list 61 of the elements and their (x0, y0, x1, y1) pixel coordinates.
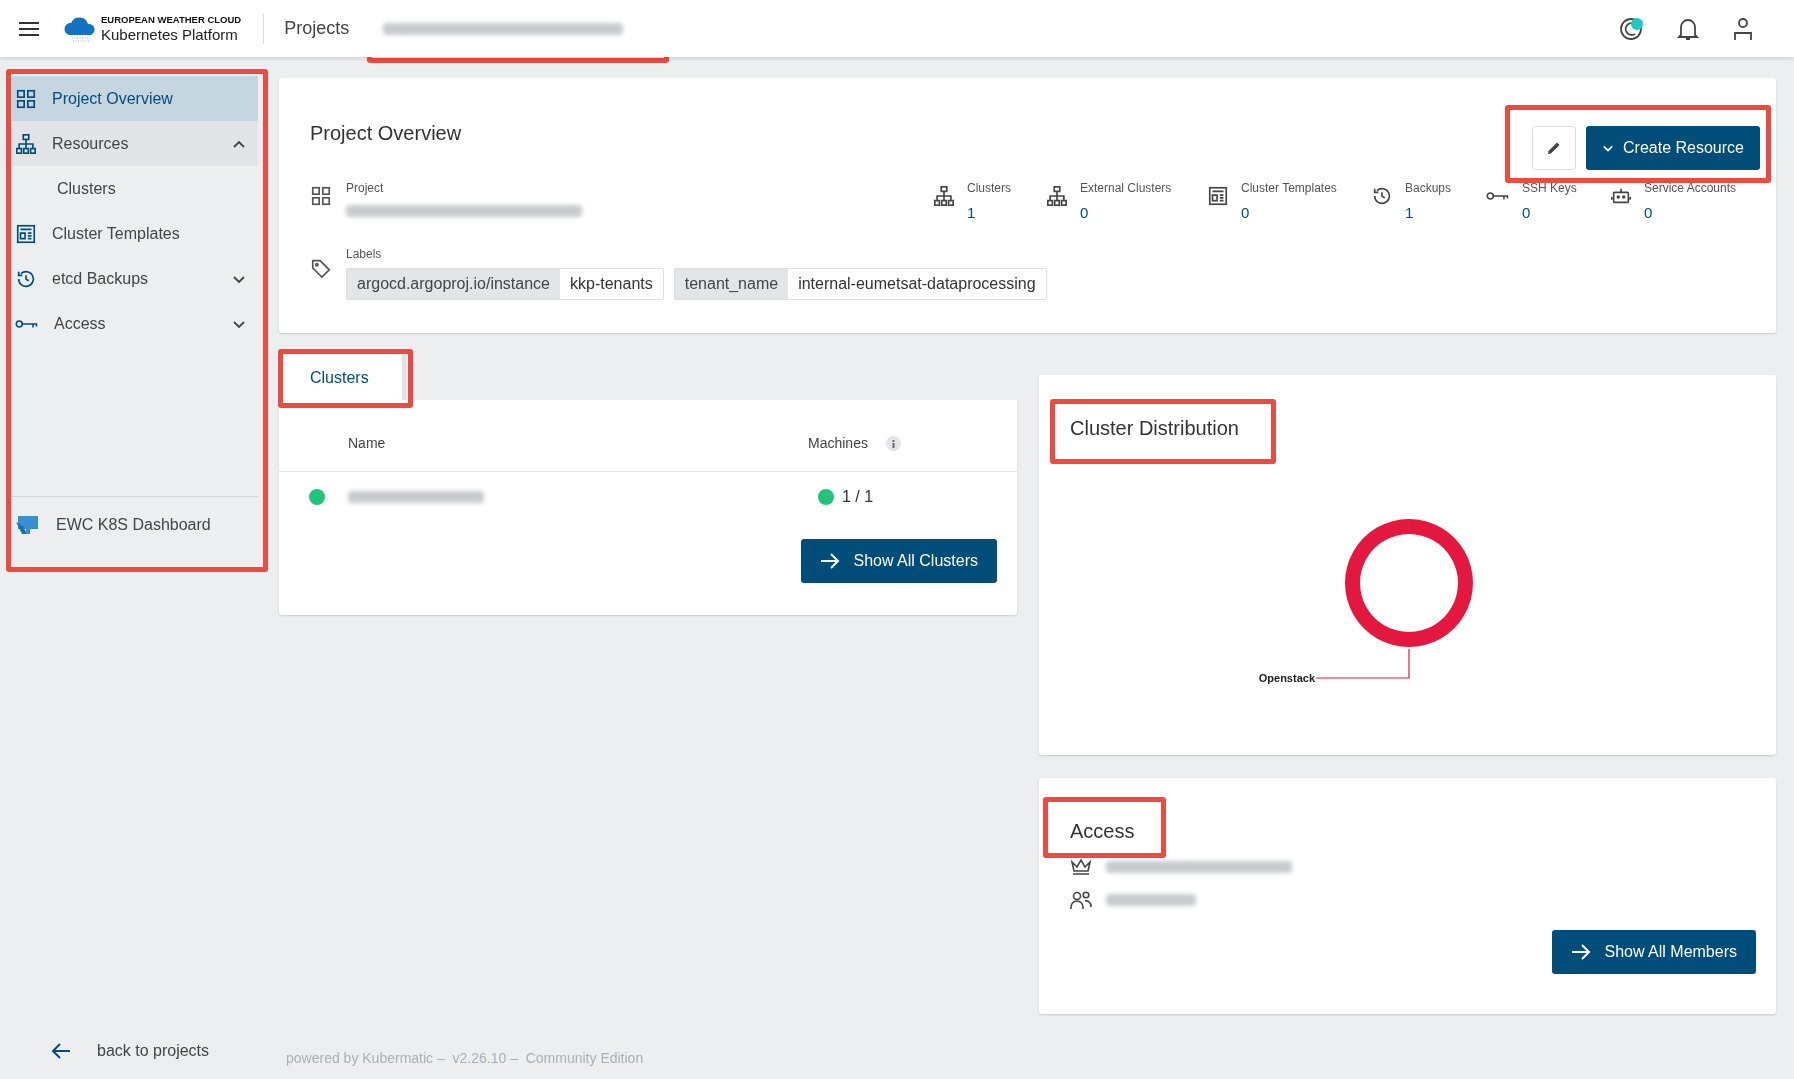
column-header: Machines (808, 434, 868, 453)
card-title: Project Overview (310, 121, 463, 145)
sidebar-item[interactable]: Cluster Templates (11, 211, 258, 256)
grid-icon (15, 87, 37, 110)
card-title: Access (1070, 821, 1136, 841)
stat-label: SSH Keys (1522, 180, 1577, 197)
hierarchy-icon (1046, 185, 1068, 207)
back-link[interactable]: back to projects (11, 1039, 258, 1063)
sidebar-item[interactable]: etcd Backups (11, 256, 258, 301)
brand-subtitle: Kubernetes Platform (101, 26, 239, 42)
stat-value: 0 (1522, 203, 1532, 223)
cloud-logo-icon (64, 14, 96, 43)
template-icon (15, 222, 37, 245)
brand-name: EUROPEAN WEATHER CLOUD (101, 15, 242, 25)
menu-icon[interactable] (18, 20, 40, 37)
sidebar-item[interactable]: Project Overview (11, 76, 258, 121)
label-key: tenant_name (674, 268, 789, 299)
hierarchy-icon (933, 185, 955, 207)
create-resource-button[interactable]: Create Resource (1586, 126, 1760, 170)
arrow-right-icon (819, 552, 840, 570)
history-icon (1371, 185, 1393, 207)
dashboard-icon (15, 514, 41, 536)
user-icon[interactable] (1732, 16, 1754, 41)
stat-value: 1 (967, 203, 977, 223)
field-label: Project (346, 180, 385, 197)
stat-label: Cluster Templates (1241, 180, 1337, 197)
stat-label: External Clusters (1080, 180, 1172, 197)
arrow-right-icon (1570, 943, 1591, 961)
card-title: Cluster Distribution (1070, 418, 1240, 438)
sidebar-item[interactable]: EWC K8S Dashboard (11, 497, 258, 553)
sidebar-subitem[interactable]: Clusters (11, 166, 258, 211)
stat-label: Service Accounts (1644, 180, 1737, 197)
column-header: Name (348, 434, 387, 453)
sidebar-item[interactable]: Access (11, 301, 258, 346)
people-icon (1070, 890, 1092, 910)
stat-label: Clusters (967, 180, 1011, 197)
stat-value: 0 (1080, 203, 1090, 223)
edit-button[interactable] (1532, 126, 1577, 170)
show-all-members-button[interactable]: Show All Members (1551, 930, 1756, 974)
show-all-clusters-button[interactable]: Show All Clusters (800, 539, 997, 583)
slice-label: Openstack (1258, 672, 1315, 684)
template-icon (1207, 185, 1229, 207)
field-label: Labels (346, 245, 383, 263)
sidebar-item[interactable]: Resources (11, 121, 258, 166)
section-title: Projects (284, 17, 350, 40)
arrow-left-icon (51, 1042, 71, 1060)
hierarchy-icon (15, 132, 37, 155)
stat-value: 0 (1644, 203, 1654, 223)
crown-icon (1070, 858, 1092, 876)
key-icon (1486, 189, 1510, 203)
label-key: argocd.argoproj.io/instance (347, 268, 560, 299)
bell-icon[interactable] (1677, 16, 1699, 41)
project-icon (310, 185, 332, 207)
table-cell-text: 1 / 1 (842, 487, 874, 507)
stat-value: 0 (1241, 203, 1251, 223)
stat-value: 1 (1405, 203, 1415, 223)
info-icon (885, 436, 901, 451)
footer-text: powered by Kubermatic – v2.26.10 – Community Edition (286, 1049, 645, 1068)
pencil-icon (1547, 141, 1562, 155)
stat-label: Backups (1405, 180, 1452, 197)
theme-icon[interactable] (1619, 15, 1645, 42)
